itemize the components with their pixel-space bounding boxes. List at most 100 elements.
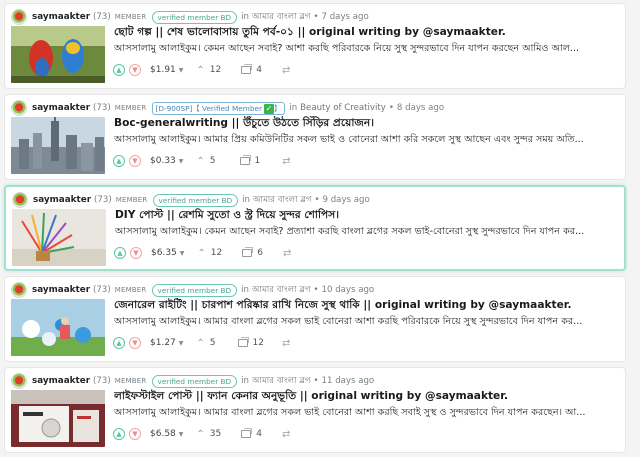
comment-icon [241,64,253,74]
member-role: MEMBER [114,104,147,112]
post-header: saymaakter (73) MEMBER verified member B… [12,192,370,208]
author-reputation: (73) [93,12,111,22]
post-snippet[interactable]: আসসালামু আলাইকুম। কেমন আছেন সবাই? প্রত্য… [115,225,620,240]
check-icon: ✓ [264,103,275,114]
reblog-icon[interactable]: ⇄ [282,65,290,76]
author-avatar[interactable] [11,373,27,389]
downvote-button[interactable]: ▼ [129,64,141,76]
post-snippet[interactable]: আসসালামু আলাইকুম। কেমন আছেন সবাই? আশা কর… [114,42,619,57]
chevron-down-icon[interactable]: ▼ [180,250,185,257]
in-label: in [241,285,249,295]
downvote-button[interactable]: ▼ [130,247,142,259]
author-name[interactable]: saymaakter [32,376,90,386]
post-card[interactable]: saymaakter (73) MEMBER verified member B… [4,185,626,271]
downvote-button[interactable]: ▼ [129,428,141,440]
comment-icon [241,428,253,438]
city-skyline-thumbnail[interactable] [11,117,105,174]
post-title[interactable]: লাইফস্টাইল পোস্ট || ফ্যান কেনার অনুভূতি … [114,389,619,406]
payout-value[interactable]: $6.35 [151,248,177,258]
post-snippet[interactable]: আসসালামু আলাইকুম। আমার বাংলা ব্লগের সকল … [114,315,619,330]
vote-count[interactable]: 5 [210,156,216,166]
vote-count[interactable]: 12 [211,248,222,258]
post-card[interactable]: saymaakter (73) MEMBER [D-900SP]【 Verifi… [4,94,626,180]
post-actions: ▲ ▼ $6.58 ▼ ⌃ 35 4 ⇄ [113,427,290,441]
member-role: MEMBER [114,377,147,385]
community-link[interactable]: Beauty of Creativity [300,103,386,113]
author-avatar[interactable] [11,282,27,298]
comment-count[interactable]: 12 [253,338,264,348]
upvote-button[interactable]: ▲ [113,428,125,440]
post-actions: ▲ ▼ $1.27 ▼ ⌃ 5 12 ⇄ [113,336,290,350]
post-snippet[interactable]: আসসালামু আলাইকুম। আমার বাংলা ব্লগের সকল … [114,406,619,421]
post-title[interactable]: DIY পোস্ট || রেশমি সুতো ও স্ট্র দিয়ে সু… [115,208,620,225]
post-actions: ▲ ▼ $0.33 ▼ ⌃ 5 1 ⇄ [113,154,291,168]
badge-bracket: 】 [274,103,282,113]
comment-count[interactable]: 4 [256,65,262,75]
separator-dot: • [388,103,394,113]
reblog-icon[interactable]: ⇄ [282,156,290,167]
post-time: 9 days ago [322,195,370,205]
separator-dot: • [313,285,319,295]
chevron-down-icon[interactable]: ▼ [179,340,184,347]
vote-count[interactable]: 12 [210,65,221,75]
downvote-button[interactable]: ▼ [129,155,141,167]
reblog-icon[interactable]: ⇄ [282,429,290,440]
post-title[interactable]: জেনারেল রাইটিং || চারপাশ পরিষ্কার রাখি ন… [114,298,619,315]
upvote-button[interactable]: ▲ [114,247,126,259]
reblog-icon[interactable]: ⇄ [283,248,291,259]
upvote-button[interactable]: ▲ [113,337,125,349]
in-label: in [241,12,249,22]
author-reputation: (73) [93,285,111,295]
fan-box-thumbnail[interactable] [11,390,105,447]
post-card[interactable]: saymaakter (73) MEMBER verified member B… [4,367,626,453]
in-label: in [289,103,298,113]
parrots-thumbnail[interactable] [11,26,105,83]
upvote-button[interactable]: ▲ [113,155,125,167]
payout-value[interactable]: $0.33 [150,156,176,166]
comment-count[interactable]: 1 [255,156,261,166]
author-avatar[interactable] [12,192,28,208]
post-feed: saymaakter (73) MEMBER verified member B… [0,0,640,457]
voters-icon: ⌃ [196,155,205,167]
reblog-icon[interactable]: ⇄ [282,338,290,349]
member-role: MEMBER [114,286,147,294]
payout-value[interactable]: $6.58 [150,429,176,439]
community-link[interactable]: আমার বাংলা ব্লগ [253,193,311,207]
payout-value[interactable]: $1.27 [150,338,176,348]
downvote-button[interactable]: ▼ [129,337,141,349]
community-link[interactable]: আমার বাংলা ব্লগ [252,283,310,297]
verified-badge: verified member BD [151,283,238,297]
post-title[interactable]: ছোট গল্প || শেষ ভালোবাসায় তুমি পর্ব-০১ … [114,25,619,42]
community-link[interactable]: আমার বাংলা ব্লগ [252,10,310,24]
post-snippet[interactable]: আসসালামু আলাইকুম। আমার প্রিয় কমিউনিটির … [114,133,619,148]
vote-count[interactable]: 35 [210,429,221,439]
chevron-down-icon[interactable]: ▼ [179,158,184,165]
community-link[interactable]: আমার বাংলা ব্লগ [252,374,310,388]
comment-count[interactable]: 6 [257,248,263,258]
comment-count[interactable]: 4 [256,429,262,439]
diy-showpiece-thumbnail[interactable] [12,209,106,266]
chevron-down-icon[interactable]: ▼ [179,67,184,74]
author-avatar[interactable] [11,100,27,116]
post-card[interactable]: saymaakter (73) MEMBER verified member B… [4,276,626,362]
child-balloons-thumbnail[interactable] [11,299,105,356]
verified-badge: verified member BD [151,374,238,388]
author-name[interactable]: saymaakter [32,12,90,22]
separator-dot: • [313,376,319,386]
post-actions: ▲ ▼ $6.35 ▼ ⌃ 12 6 ⇄ [114,246,291,260]
post-card[interactable]: saymaakter (73) MEMBER verified member B… [4,3,626,89]
vote-count[interactable]: 5 [210,338,216,348]
post-title[interactable]: Boc-generalwriting || উঁচুতে উঠতে সিঁড়ি… [114,116,619,133]
chevron-down-icon[interactable]: ▼ [179,431,184,438]
post-actions: ▲ ▼ $1.91 ▼ ⌃ 12 4 ⇄ [113,63,290,77]
voters-icon: ⌃ [196,337,205,349]
upvote-button[interactable]: ▲ [113,64,125,76]
payout-value[interactable]: $1.91 [150,65,176,75]
post-time: 7 days ago [321,12,369,22]
post-header: saymaakter (73) MEMBER verified member B… [11,282,374,298]
author-name[interactable]: saymaakter [32,285,90,295]
author-avatar[interactable] [11,9,27,25]
verified-badge: verified member BD [152,193,239,207]
author-name[interactable]: saymaakter [33,195,91,205]
author-name[interactable]: saymaakter [32,103,90,113]
